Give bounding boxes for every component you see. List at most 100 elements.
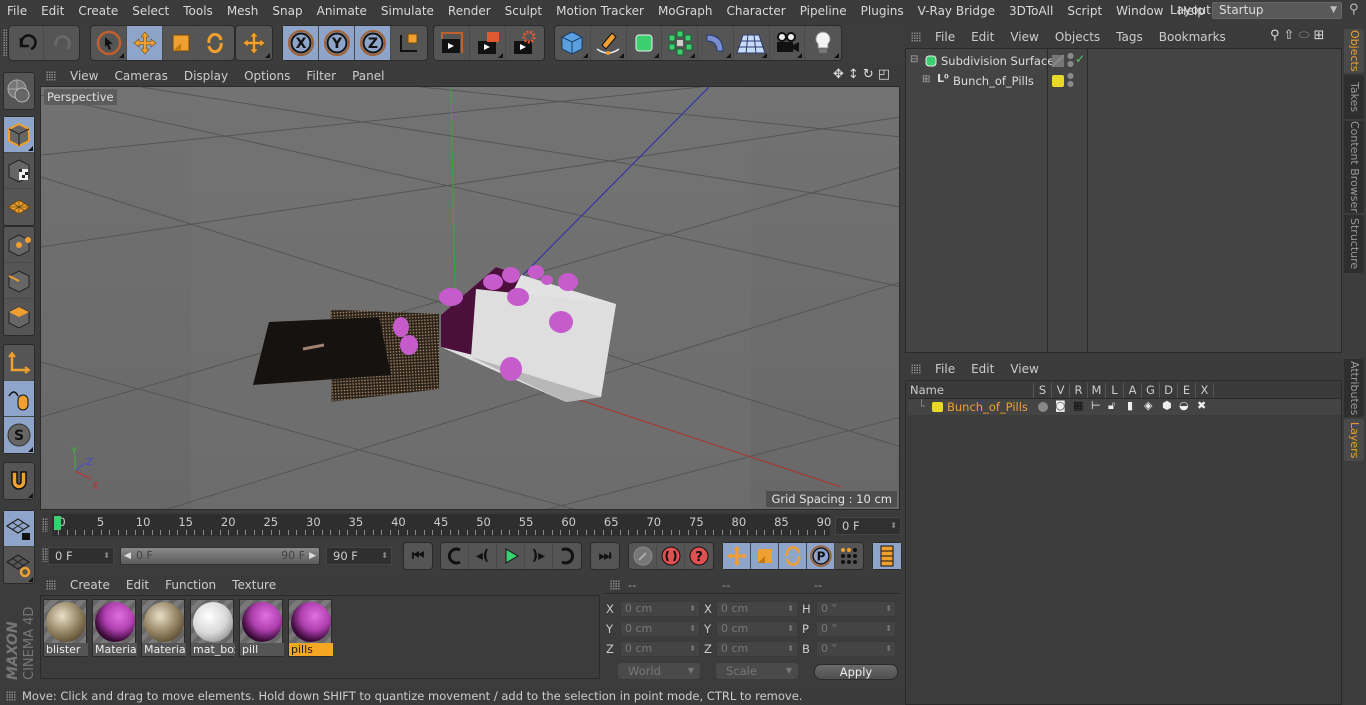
texture-mode-button[interactable] [4,153,34,189]
toolbar-grip[interactable] [3,29,7,57]
deformers-toggle-icon[interactable]: ⬢ [1162,399,1172,412]
menu-v-ray-bridge[interactable]: V-Ray Bridge [911,4,1002,18]
menu-create[interactable]: Create [71,4,125,18]
material-grip[interactable] [46,580,56,590]
timeline-window-button[interactable] [873,543,901,569]
side-tab-attributes[interactable]: Attributes [1344,359,1364,417]
tweak-mode-button[interactable] [4,381,34,417]
spinner-icon[interactable]: ⬍ [885,602,892,616]
viewport-menu-cameras[interactable]: Cameras [106,69,175,83]
redo-button[interactable] [44,26,79,60]
spinner-icon[interactable]: ⬍ [885,642,892,656]
material-pills[interactable]: pills [288,599,333,657]
side-tab-takes[interactable]: Takes [1344,75,1364,119]
menu-pipeline[interactable]: Pipeline [793,4,854,18]
recent-tool-button[interactable] [236,26,272,60]
spinner-icon[interactable]: ⬍ [787,602,794,616]
size-mode-dropdown[interactable]: Scale ▼ [716,663,798,679]
cloner-button[interactable] [662,26,698,60]
dolly-icon[interactable]: ↕ [848,67,859,82]
layer-column-e[interactable]: E [1178,383,1196,398]
material-material[interactable]: Material [141,599,186,657]
object-manager-menu-edit[interactable]: Edit [963,30,1002,44]
object-manager-menu-objects[interactable]: Objects [1047,30,1108,44]
coord-field[interactable]: 0 cm ⬍ [716,641,798,657]
next-key-button[interactable] [553,543,581,569]
collapse-icon[interactable]: ⊟ [910,54,918,65]
solo-toggle-icon[interactable] [1038,402,1048,412]
layer-manager-grip[interactable] [911,363,921,374]
coord-field[interactable]: 0 cm ⬍ [620,621,700,637]
coord-field[interactable]: 0 cm ⬍ [620,601,700,617]
coord-field[interactable]: 0 cm ⬍ [716,601,798,617]
menu-animate[interactable]: Animate [310,4,374,18]
start-frame-field[interactable]: 0 F ⬍ [48,547,114,565]
layer-color-swatch[interactable] [1052,75,1064,87]
make-editable-button[interactable] [4,73,34,109]
xref-toggle-icon[interactable]: ✖ [1197,399,1206,412]
layer-manager-menu-edit[interactable]: Edit [963,362,1002,376]
spinner-icon[interactable]: ⬍ [103,548,110,564]
goto-start-button[interactable]: ⏮ [404,543,432,569]
menu-simulate[interactable]: Simulate [374,4,441,18]
keyframe-selection-button[interactable]: ? [685,543,713,569]
render-picture-viewer-button[interactable] [470,26,506,60]
toggle-icon[interactable]: ⬭ [1298,28,1309,43]
object-manager-menu-bookmarks[interactable]: Bookmarks [1151,30,1234,44]
spinner-icon[interactable]: ⬍ [689,622,696,636]
viewport-menu-options[interactable]: Options [236,69,298,83]
points-mode-button[interactable] [4,227,34,263]
playhead[interactable] [54,516,61,530]
subdivision-surface-button[interactable] [627,26,663,60]
layer-swatch[interactable] [1052,55,1064,67]
object-manager-menu-tags[interactable]: Tags [1108,30,1151,44]
cube-button[interactable] [555,26,591,60]
undo-button[interactable] [9,26,45,60]
timeline-ruler[interactable]: 0 5 10 15 20 25 30 35 40 45 50 55 60 65 70 75 80 85 90 [52,514,831,536]
z-axis-button[interactable]: Z [355,26,391,60]
menu-snap[interactable]: Snap [265,4,309,18]
viewport-menu-filter[interactable]: Filter [298,69,344,83]
move-tool-button[interactable] [127,26,163,60]
locked-workplane-button[interactable] [4,511,34,547]
material-pill[interactable]: pill [239,599,284,657]
side-tab-content-browser[interactable]: Content Browser [1344,121,1364,213]
layer-column-l[interactable]: L [1106,383,1124,398]
edges-mode-button[interactable] [4,263,34,299]
previous-key-button[interactable] [441,543,469,569]
left-toolbar-grip[interactable] [3,66,35,77]
render-toggle-icon[interactable]: ▦ [1073,399,1083,412]
menu-window[interactable]: Window [1109,4,1170,18]
layer-column-a[interactable]: A [1124,383,1142,398]
menu-render[interactable]: Render [441,4,498,18]
coord-field[interactable]: 0 cm ⬍ [620,641,700,657]
key-position-button[interactable] [723,543,751,569]
layer-column-d[interactable]: D [1160,383,1178,398]
expressions-toggle-icon[interactable]: ◒ [1179,399,1189,412]
autokeying-button[interactable] [657,543,685,569]
key-parameter-button[interactable]: P [807,543,835,569]
menu-plugins[interactable]: Plugins [854,4,911,18]
coordinates-grip[interactable] [610,580,620,590]
new-window-icon[interactable]: ⊞ [1314,28,1325,43]
search-icon[interactable]: ⚲ [1270,28,1280,43]
side-tab-objects[interactable]: Objects [1344,29,1364,73]
menu-select[interactable]: Select [125,4,176,18]
floor-button[interactable] [734,26,770,60]
layer-color-swatch[interactable] [932,402,943,412]
spinner-icon[interactable]: ⬍ [381,548,388,564]
key-point-level-button[interactable] [835,543,863,569]
timeline-grip[interactable] [42,518,48,532]
menu-file[interactable]: File [0,4,34,18]
light-button[interactable] [805,26,841,60]
pan-icon[interactable]: ✥ [833,67,844,82]
maximize-view-icon[interactable]: ◰ [878,67,890,82]
snap-button[interactable] [4,463,34,499]
enabled-check-icon[interactable]: ✓ [1075,52,1085,66]
coord-field[interactable]: 0 cm ⬍ [716,621,798,637]
menu-motion-tracker[interactable]: Motion Tracker [549,4,651,18]
previous-frame-button[interactable]: ◂( [469,543,497,569]
coordinate-system-button[interactable] [391,26,427,60]
workplane-mode-button[interactable] [4,189,34,225]
end-frame-field[interactable]: 90 F ⬍ [326,547,392,565]
